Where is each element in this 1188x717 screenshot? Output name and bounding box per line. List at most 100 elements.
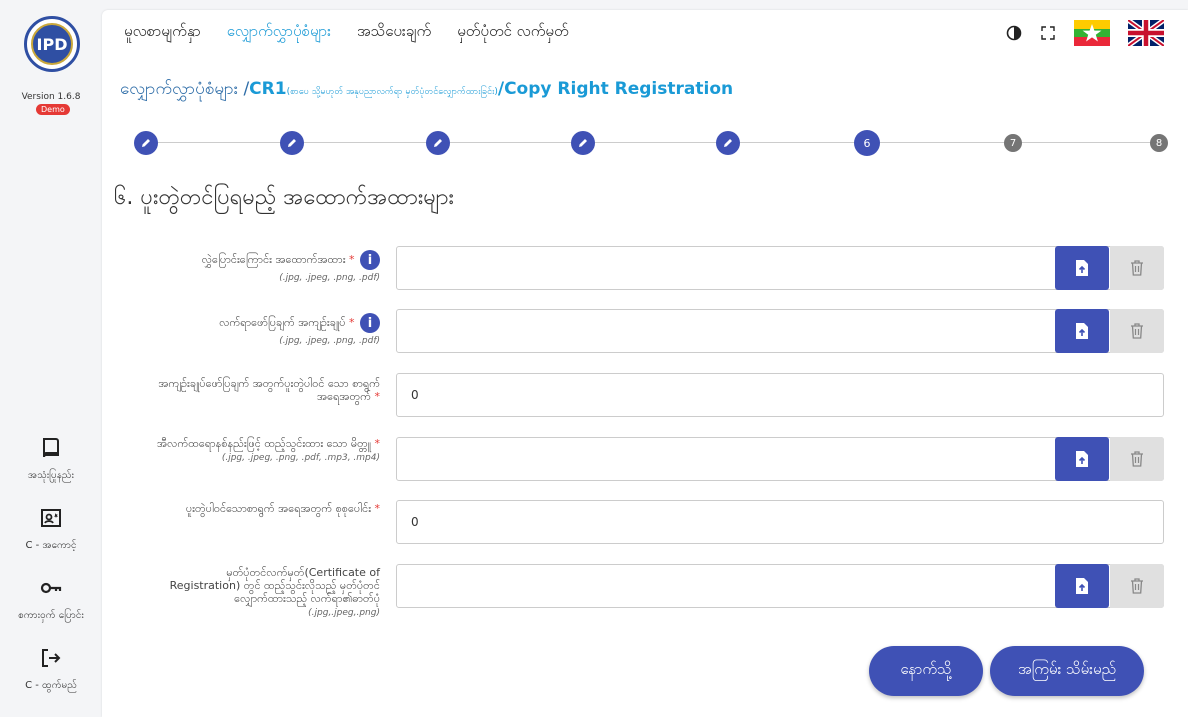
breadcrumb: လျှောက်လွှာပုံစံများ /CR1(စာပေ သို့မဟုတ်… <box>120 78 733 103</box>
nav-notifications[interactable]: အသိပေးချက် <box>357 22 431 44</box>
step-8[interactable]: 8 <box>1150 134 1168 152</box>
pencil-icon <box>724 139 732 147</box>
logo-text: IPD <box>31 23 73 65</box>
contrast-toggle[interactable] <box>1006 25 1022 41</box>
required-mark: * <box>349 253 355 266</box>
label-text: လက်ရာဖော်ပြချက် အကျဉ်းချုပ် <box>219 316 346 329</box>
step-1[interactable] <box>134 131 158 155</box>
breadcrumb-applications[interactable]: လျှောက်လွှာပုံစံများ / <box>120 79 249 99</box>
breadcrumb-note: (စာပေ သို့မဟုတ် အနုပညာလက်ရာ မှတ်ပုံတင်လျ… <box>286 87 498 97</box>
myanmar-flag-icon <box>1074 20 1110 46</box>
top-tools <box>1006 20 1164 46</box>
trash-icon <box>1131 578 1143 594</box>
delete-button[interactable] <box>1110 437 1164 481</box>
sidebar-item-account[interactable]: C - အကောင့် <box>0 506 102 576</box>
nav-home[interactable]: မူလစာမျက်နှာ <box>124 22 201 44</box>
main-card: မူလစာမျက်နှာ လျှောက်လွှာပုံစံများ အသိပေး… <box>102 10 1188 717</box>
book-icon <box>43 438 59 458</box>
field-label: မှတ်ပုံတင်လက်မှတ်(Certificate of Registr… <box>160 566 380 620</box>
step-6[interactable]: 6 <box>854 130 880 156</box>
sidebar-item-label: စကားဝှက် ပြောင်း <box>18 610 84 621</box>
file-type-hint: (.jpg, .jpeg, .png, .pdf) <box>279 336 380 346</box>
info-icon[interactable]: i <box>360 313 380 333</box>
upload-file-icon <box>1076 451 1088 467</box>
upload-button[interactable] <box>1055 437 1109 481</box>
nav-applications[interactable]: လျှောက်လွှာပုံစံများ <box>227 22 331 44</box>
field-label: လက်ရာဖော်ပြချက် အကျဉ်းချုပ် * i (.jpg, .… <box>219 313 380 348</box>
delete-button[interactable] <box>1110 309 1164 353</box>
save-draft-button[interactable]: အကြမ်း သိမ်းမည် <box>990 646 1144 696</box>
step-7[interactable]: 7 <box>1004 134 1022 152</box>
pencil-icon <box>288 139 296 147</box>
ipd-logo[interactable]: IPD <box>24 16 80 72</box>
sidebar-item-logout[interactable]: C - ထွက်မည် <box>0 646 102 716</box>
total-page-count-input[interactable]: 0 <box>396 500 1164 544</box>
info-icon[interactable]: i <box>360 250 380 270</box>
uk-flag-icon <box>1128 20 1164 46</box>
file-field-transfer-evidence[interactable] <box>396 246 1164 290</box>
sidebar-item-label: C - အကောင့် <box>25 540 77 551</box>
required-mark: * <box>349 316 355 329</box>
breadcrumb-current: /Copy Right Registration <box>497 79 734 99</box>
upload-button[interactable] <box>1055 564 1109 608</box>
file-field-electronic-copy[interactable] <box>396 437 1164 481</box>
language-myanmar[interactable] <box>1074 20 1110 46</box>
sidebar: IPD Version 1.6.8 Demo အသုံးပြုနည်း C - … <box>0 0 102 717</box>
required-mark: * <box>374 390 381 403</box>
required-mark: * <box>374 502 381 515</box>
nav-certificates[interactable]: မှတ်ပုံတင် လက်မှတ် <box>457 22 568 44</box>
field-label: ပူးတွဲပါဝင်သောစာရွက် အရေအတွက် စုစုပေါင်း… <box>186 502 380 515</box>
step-2[interactable] <box>280 131 304 155</box>
label-text: လွှဲပြောင်းကြောင်း အထောက်အထား <box>201 253 346 266</box>
step-4[interactable] <box>571 131 595 155</box>
fullscreen-icon <box>1041 26 1055 40</box>
file-type-hint: (.jpg,.jpeg,.png) <box>308 608 380 618</box>
contrast-icon <box>1006 25 1022 41</box>
delete-button[interactable] <box>1110 246 1164 290</box>
side-nav: အသုံးပြုနည်း C - အကောင့် စကားဝှက် ပြောင်… <box>0 436 102 716</box>
sidebar-item-change-password[interactable]: စကားဝှက် ပြောင်း <box>0 576 102 646</box>
sidebar-item-label: C - ထွက်မည် <box>25 680 77 691</box>
pencil-icon <box>434 139 442 147</box>
file-field-certificate-photo[interactable] <box>396 564 1164 608</box>
file-type-hint: (.jpg, .jpeg, .png, .pdf) <box>279 273 380 283</box>
back-button[interactable]: နောက်သို့ <box>869 646 983 696</box>
account-card-icon <box>41 509 61 527</box>
language-english[interactable] <box>1128 20 1164 46</box>
upload-button[interactable] <box>1055 309 1109 353</box>
breadcrumb-code: CR1 <box>249 79 287 99</box>
key-icon <box>40 582 62 594</box>
field-label: လွှဲပြောင်းကြောင်း အထောက်အထား * i (.jpg,… <box>202 250 380 285</box>
label-text: အကျဉ်းချုပ်ဖော်ပြချက် အတွက်ပူးတွဲပါဝင် သ… <box>158 377 380 403</box>
logout-icon <box>42 649 61 667</box>
upload-file-icon <box>1076 323 1088 339</box>
file-type-hint: (.jpg, .jpeg, .png, .pdf, .mp3, .mp4) <box>221 453 380 463</box>
section-title: ၆. ပူးတွဲတင်ပြရမည့် အထောက်အထားများ <box>114 185 455 210</box>
trash-icon <box>1131 451 1143 467</box>
step-5[interactable] <box>716 131 740 155</box>
required-mark: * <box>374 437 381 450</box>
stepper: 6 7 8 <box>134 130 1168 156</box>
summary-page-count-input[interactable]: 0 <box>396 373 1164 417</box>
sidebar-item-guide[interactable]: အသုံးပြုနည်း <box>0 436 102 506</box>
sidebar-item-label: အသုံးပြုနည်း <box>27 470 75 481</box>
demo-badge: Demo <box>36 104 70 115</box>
fullscreen-button[interactable] <box>1040 25 1056 41</box>
pencil-icon <box>142 139 150 147</box>
step-3[interactable] <box>426 131 450 155</box>
trash-icon <box>1131 260 1143 276</box>
pencil-icon <box>579 139 587 147</box>
trash-icon <box>1131 323 1143 339</box>
upload-file-icon <box>1076 578 1088 594</box>
file-field-work-summary[interactable] <box>396 309 1164 353</box>
top-nav: မူလစာမျက်နှာ လျှောက်လွှာပုံစံများ အသိပေး… <box>124 22 569 44</box>
label-text: အီလက်ထရောနစ်နည်းဖြင့် ထည့်သွင်းထား သော မ… <box>157 437 371 450</box>
version-label: Version 1.6.8 <box>21 92 81 102</box>
label-text: မှတ်ပုံတင်လက်မှတ်(Certificate of Registr… <box>169 566 380 605</box>
field-label: အကျဉ်းချုပ်ဖော်ပြချက် အတွက်ပူးတွဲပါဝင် သ… <box>102 377 380 403</box>
delete-button[interactable] <box>1110 564 1164 608</box>
field-label: အီလက်ထရောနစ်နည်းဖြင့် ထည့်သွင်းထား သော မ… <box>157 437 380 465</box>
label-text: ပူးတွဲပါဝင်သောစာရွက် အရေအတွက် စုစုပေါင်း <box>185 502 371 515</box>
upload-button[interactable] <box>1055 246 1109 290</box>
upload-file-icon <box>1076 260 1088 276</box>
